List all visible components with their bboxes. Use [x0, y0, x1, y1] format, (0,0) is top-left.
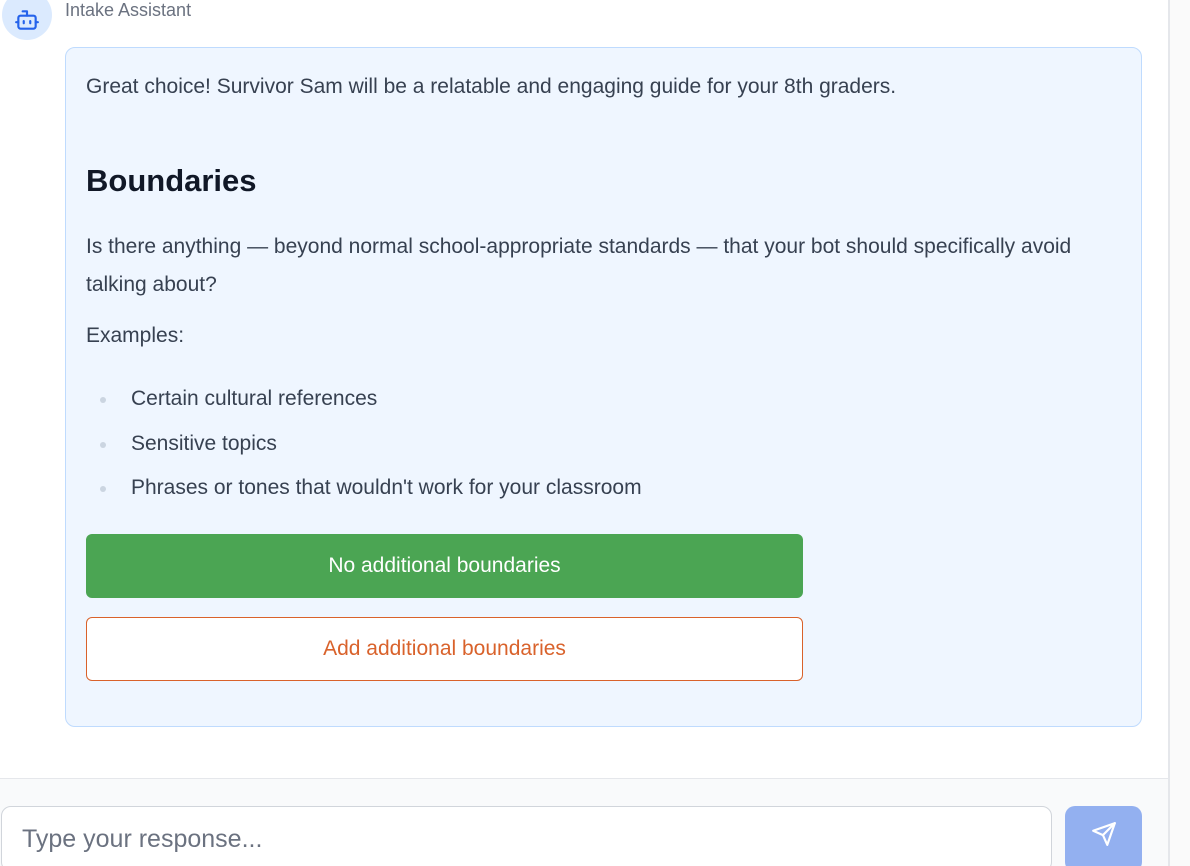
send-icon: [1091, 821, 1117, 847]
message-question: Is there anything — beyond normal school…: [86, 235, 1072, 296]
list-item: Sensitive topics: [86, 431, 642, 476]
bullet-dot-icon: [100, 486, 106, 492]
assistant-message-bubble: Great choice! Survivor Sam will be a rel…: [65, 47, 1142, 727]
assistant-avatar: [2, 0, 52, 40]
list-item: Phrases or tones that wouldn't work for …: [86, 475, 642, 520]
list-item-text: Certain cultural references: [131, 387, 378, 410]
bullet-dot-icon: [100, 441, 106, 448]
list-item-text: Sensitive topics: [131, 431, 277, 455]
list-item-text: Phrases or tones that wouldn't work for …: [131, 476, 642, 499]
no-additional-boundaries-button[interactable]: No additional boundaries: [86, 534, 803, 598]
sender-name: Intake Assistant: [65, 0, 192, 20]
response-input[interactable]: [1, 806, 1052, 866]
side-gutter: [1170, 0, 1190, 866]
message-heading: Boundaries: [86, 163, 257, 198]
bullet-dot-icon: [100, 397, 106, 403]
add-additional-boundaries-button[interactable]: Add additional boundaries: [86, 617, 803, 681]
chat-panel: Intake Assistant Great choice! Survivor …: [0, 0, 1168, 866]
message-intro: Great choice! Survivor Sam will be a rel…: [86, 75, 897, 98]
robot-icon: [14, 7, 40, 33]
send-button[interactable]: [1065, 806, 1142, 866]
examples-label: Examples:: [86, 324, 185, 347]
composer: [0, 778, 1168, 866]
chat-app: Intake Assistant Great choice! Survivor …: [0, 0, 1190, 866]
examples-list: Certain cultural references Sensitive to…: [86, 386, 642, 520]
list-item: Certain cultural references: [86, 386, 642, 431]
